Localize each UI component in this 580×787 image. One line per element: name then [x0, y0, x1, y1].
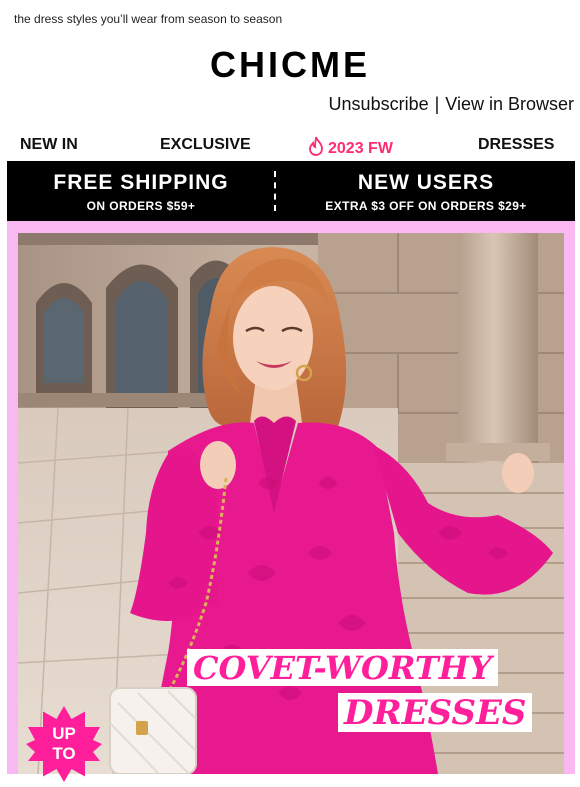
new-users-title: NEW USERS: [357, 171, 495, 194]
badge-line1: UP: [52, 724, 76, 743]
nav-item-dresses[interactable]: DRESSES: [478, 136, 554, 154]
unsubscribe-link[interactable]: Unsubscribe: [329, 94, 429, 114]
view-in-browser-link[interactable]: View in Browser: [445, 94, 574, 114]
flame-icon: [309, 136, 323, 156]
hero-headline-line1: COVET-WORTHY: [187, 649, 498, 686]
free-shipping-subtitle: ON ORDERS $59+: [86, 199, 196, 213]
free-shipping-title: FREE SHIPPING: [53, 171, 229, 194]
nav-item-2023-fw[interactable]: 2023 FW: [308, 136, 393, 158]
promo-banner[interactable]: FREE SHIPPING ON ORDERS $59+ NEW USERS E…: [7, 161, 575, 221]
nav-item-new-in[interactable]: NEW IN: [20, 136, 78, 154]
header-links: Unsubscribe | View in Browser: [329, 94, 574, 115]
badge-line2: TO: [52, 744, 76, 763]
hero-headline-line2: DRESSES: [338, 693, 533, 732]
nav-item-exclusive[interactable]: EXCLUSIVE: [160, 136, 251, 154]
category-nav: NEW IN EXCLUSIVE 2023 FW DRESSES: [0, 134, 580, 158]
brand-logo[interactable]: CHICME: [0, 44, 580, 86]
promo-divider: [274, 171, 276, 211]
link-separator: |: [434, 94, 440, 114]
discount-badge: UP TO: [26, 706, 102, 782]
new-users-block: NEW USERS EXTRA $3 OFF ON ORDERS $29+: [281, 161, 571, 221]
preheader-text: the dress styles you’ll wear from season…: [14, 12, 283, 26]
nav-item-2023-fw-label: 2023 FW: [328, 140, 393, 157]
free-shipping-block: FREE SHIPPING ON ORDERS $59+: [7, 161, 275, 221]
new-users-subtitle: EXTRA $3 OFF ON ORDERS $29+: [325, 199, 527, 213]
